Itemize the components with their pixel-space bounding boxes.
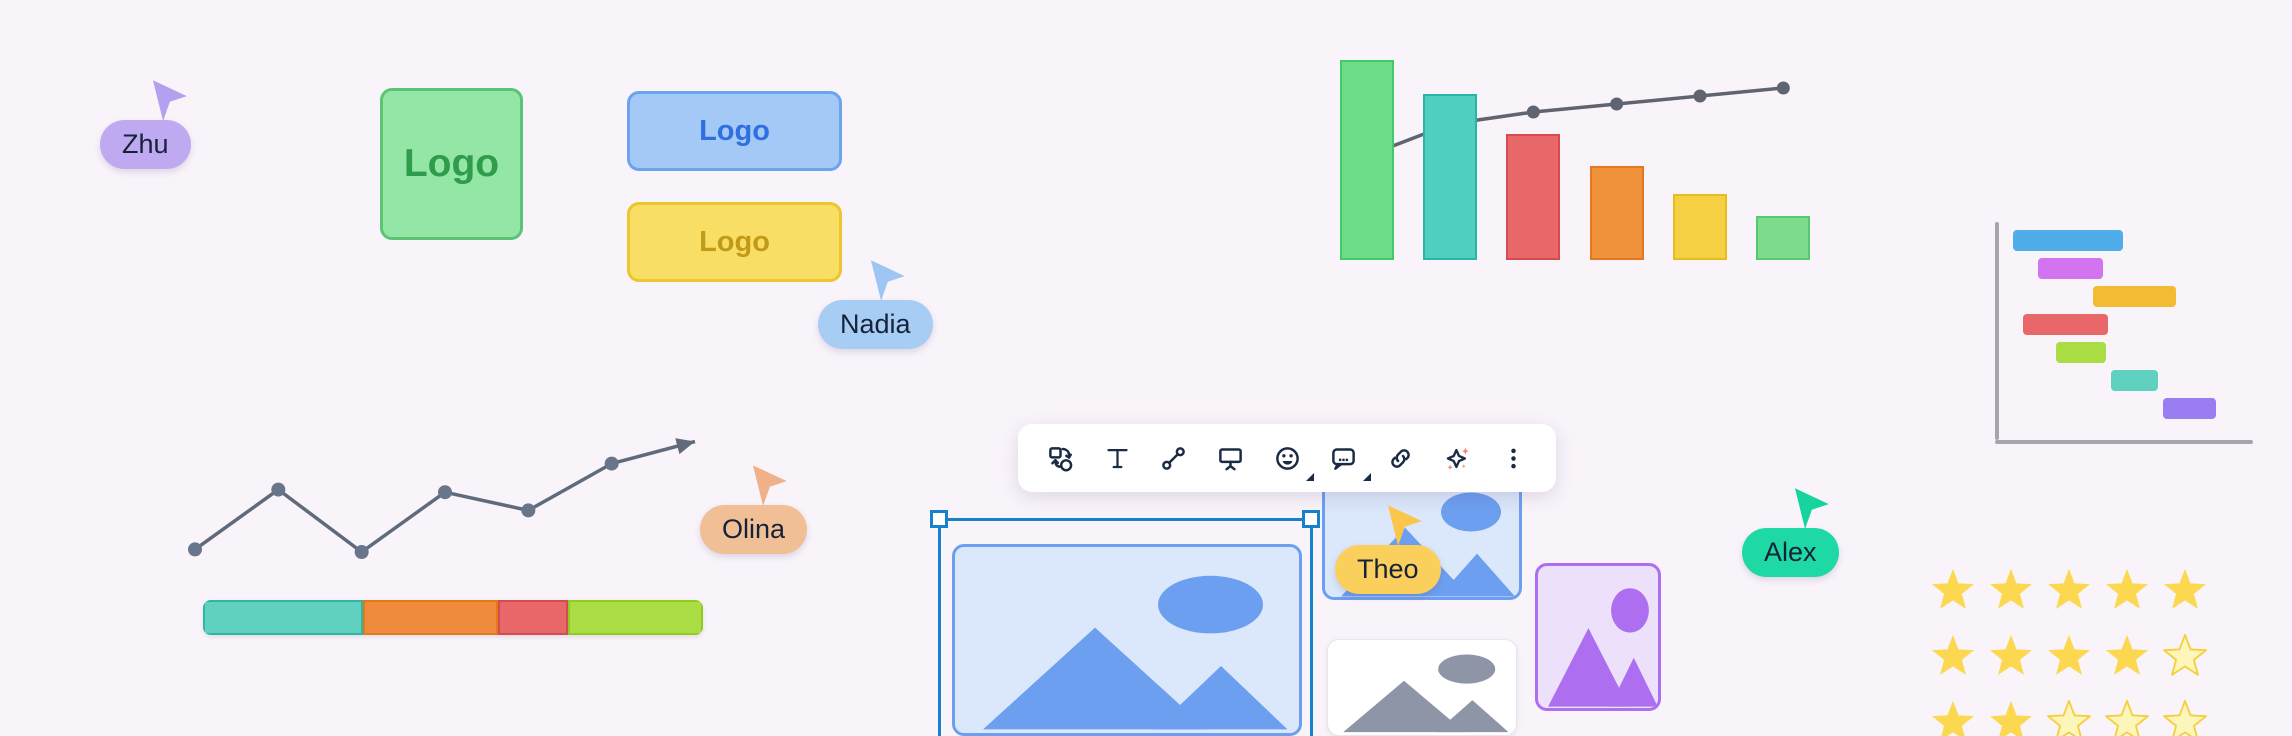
stacked-segment-3[interactable] [498, 600, 568, 635]
cursor-label-text: Zhu [122, 129, 169, 159]
cursor-label-theo: Theo [1335, 545, 1441, 594]
trend-point-2 [271, 482, 286, 497]
cursor-label-text: Theo [1357, 554, 1419, 584]
toolbar-presentation-button[interactable] [1210, 438, 1251, 479]
cursor-label-olina: Olina [700, 505, 808, 554]
gantt-bar-5[interactable] [2055, 342, 2106, 363]
more-options-icon [1511, 448, 1516, 468]
selection-handle-top-left[interactable] [930, 510, 948, 528]
toolbar-link-button[interactable] [1380, 438, 1421, 479]
dropdown-caret-icon[interactable] [1306, 472, 1315, 481]
trend-point-4 [438, 485, 452, 500]
gantt-bar-4[interactable] [2023, 314, 2108, 335]
logo-card-3[interactable]: Logo [627, 202, 842, 282]
line-icon [1162, 446, 1186, 470]
emoji-icon [1275, 446, 1299, 470]
image-placeholder-icon [983, 575, 1288, 730]
cursor-label-text: Alex [1764, 537, 1817, 567]
star-filled-icon[interactable] [1930, 700, 1976, 736]
dropdown-caret-icon[interactable] [1363, 472, 1372, 481]
floating-toolbar[interactable] [1018, 424, 1556, 492]
star-filled-icon[interactable] [1930, 634, 1976, 680]
stacked-segment-4[interactable] [568, 600, 703, 635]
pareto-bar-chart[interactable] [1325, 30, 1825, 260]
star-empty-icon[interactable] [2104, 700, 2150, 736]
toolbar-shape-swap-button[interactable] [1040, 438, 1081, 479]
toolbar-emoji-button[interactable] [1267, 438, 1315, 481]
star-rating-row-3[interactable] [1930, 700, 2220, 736]
stacked-progress-bar[interactable] [203, 600, 703, 635]
toolbar-ai-sparkle-button[interactable] [1437, 438, 1478, 479]
gantt-axis-baseline [1995, 440, 2253, 444]
toolbar-more-options-button[interactable] [1493, 438, 1534, 479]
star-filled-icon[interactable] [1988, 568, 2034, 614]
stacked-segment-1[interactable] [203, 600, 363, 635]
text-icon [1106, 448, 1128, 468]
shape-swap-icon [1048, 446, 1073, 471]
logo-card-2[interactable]: Logo [627, 91, 842, 171]
star-filled-icon[interactable] [2104, 634, 2150, 680]
cursor-label-nadia: Nadia [818, 300, 933, 349]
star-rating-row-1[interactable] [1930, 568, 2220, 614]
trend-point-5 [521, 503, 536, 518]
gantt-bar-7[interactable] [2163, 398, 2216, 419]
cursor-label-zhu: Zhu [100, 120, 191, 169]
star-filled-icon[interactable] [2046, 568, 2092, 614]
trend-point-3 [354, 545, 369, 559]
selected-image-card[interactable] [952, 544, 1302, 736]
star-filled-icon[interactable] [1988, 700, 2034, 736]
white-image-card[interactable] [1327, 639, 1517, 736]
bar-F[interactable] [1756, 216, 1811, 260]
gantt-chart[interactable] [1995, 222, 2255, 444]
selection-edge-left [938, 518, 941, 736]
star-filled-icon[interactable] [1930, 568, 1976, 614]
gantt-bar-6[interactable] [2110, 370, 2158, 391]
star-rating-row-2[interactable] [1930, 634, 2220, 680]
logo-card-label: Logo [699, 225, 770, 258]
star-empty-icon[interactable] [2046, 700, 2092, 736]
stacked-segment-2[interactable] [363, 600, 498, 635]
selection-handle-top-right[interactable] [1302, 510, 1320, 528]
image-placeholder-icon [1343, 654, 1509, 733]
cursor-label-text: Olina [722, 514, 786, 544]
cursor-label-alex: Alex [1742, 528, 1839, 577]
comment-icon [1332, 447, 1356, 470]
bar-B[interactable] [1423, 94, 1477, 260]
toolbar-comment-button[interactable] [1323, 438, 1372, 481]
logo-card-label: Logo [699, 114, 770, 147]
trend-line-chart[interactable] [188, 415, 735, 595]
star-filled-icon[interactable] [1988, 634, 2034, 680]
link-icon [1391, 448, 1410, 468]
trend-point-1 [188, 542, 202, 557]
toolbar-line-button[interactable] [1153, 438, 1194, 479]
ai-sparkle-icon [1446, 447, 1469, 470]
star-filled-icon[interactable] [2046, 634, 2092, 680]
star-filled-icon[interactable] [2162, 568, 2208, 614]
bar-A[interactable] [1339, 60, 1394, 260]
bar-group [1325, 30, 1825, 260]
gantt-bar-3[interactable] [2093, 286, 2176, 307]
whiteboard-canvas[interactable]: Logo Logo Logo Zhu Nadia Olina Theo Alex [0, 0, 2292, 736]
presentation-icon [1218, 447, 1242, 470]
bar-E[interactable] [1673, 194, 1727, 260]
purple-image-card[interactable] [1535, 563, 1661, 711]
logo-card-label: Logo [403, 142, 500, 185]
toolbar-text-button[interactable] [1097, 438, 1138, 479]
bar-D[interactable] [1589, 166, 1644, 260]
bar-C[interactable] [1506, 134, 1561, 260]
gantt-bar-2[interactable] [2038, 258, 2103, 279]
cursor-label-text: Nadia [840, 309, 911, 339]
star-empty-icon[interactable] [2162, 634, 2208, 680]
logo-card-1[interactable]: Logo [380, 88, 523, 240]
selection-edge-right [1310, 518, 1313, 736]
gantt-bar-1[interactable] [2013, 230, 2123, 251]
selection-edge-top [938, 518, 1310, 521]
trend-point-6 [604, 456, 619, 471]
image-placeholder-icon [1548, 588, 1658, 707]
star-filled-icon[interactable] [2104, 568, 2150, 614]
gantt-bar-group [1995, 222, 2255, 440]
star-empty-icon[interactable] [2162, 700, 2208, 736]
